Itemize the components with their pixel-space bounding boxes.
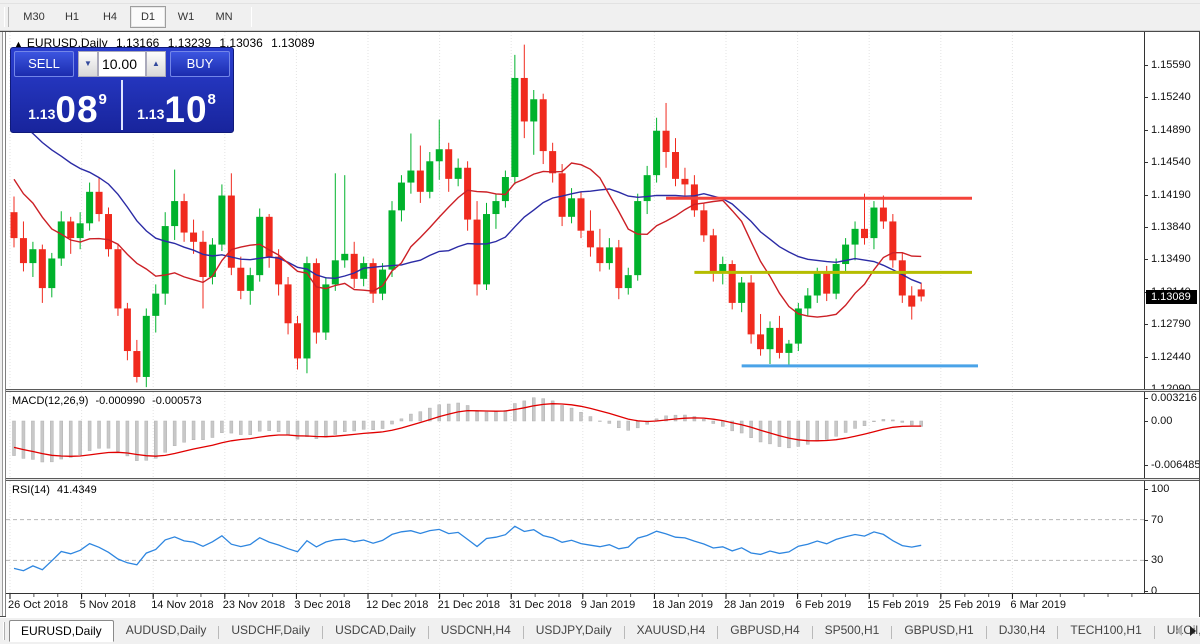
price-axis-label: 1.14190	[1151, 189, 1191, 201]
sell-button[interactable]: SELL	[14, 51, 74, 77]
volume-input[interactable]: 10.00	[98, 51, 146, 77]
price-axis-label: 1.13840	[1151, 221, 1191, 233]
tab-audusd-daily[interactable]: AUDUSD,Daily	[114, 619, 219, 640]
current-price-badge: 1.13089	[1146, 290, 1197, 304]
tab-usdcad-daily[interactable]: USDCAD,Daily	[323, 619, 428, 640]
date-axis-label: 28 Jan 2019	[724, 599, 785, 611]
tab-dj30-h4[interactable]: DJ30,H4	[987, 619, 1058, 640]
price-axis-label: 1.14890	[1151, 124, 1191, 136]
tab-usdcnh-h4[interactable]: USDCNH,H4	[429, 619, 523, 640]
tab-xauusd-h4[interactable]: XAUUSD,H4	[625, 619, 718, 640]
bid-big-digits: 08	[55, 93, 98, 126]
tabs-scroll-right-icon[interactable]	[1190, 626, 1196, 636]
ask-big-digits: 10	[164, 93, 207, 126]
buy-button[interactable]: BUY	[170, 51, 230, 77]
timeframe-button-m30[interactable]: M30	[16, 6, 52, 28]
timeframe-button-w1[interactable]: W1	[168, 6, 204, 28]
macd-pane[interactable]: MACD(12,26,9) -0.000990 -0.000573 0.0032…	[6, 392, 1199, 478]
macd-value-main: -0.000990	[95, 395, 145, 407]
rsi-axis: 100 70 30 0	[1144, 481, 1199, 593]
tab-usdjpy-daily[interactable]: USDJPY,Daily	[524, 619, 624, 640]
date-axis-label: 31 Dec 2018	[509, 599, 571, 611]
ask-prefix: 1.13	[137, 106, 164, 122]
tabs-scroll-left-icon[interactable]	[1176, 626, 1182, 636]
toolbar-separator	[251, 7, 252, 27]
window-left-edge	[0, 32, 6, 616]
price-axis-label: 1.15240	[1151, 91, 1191, 103]
pane-splitter[interactable]	[0, 389, 1199, 392]
date-axis-label: 6 Feb 2019	[796, 599, 852, 611]
date-axis-label: 21 Dec 2018	[438, 599, 500, 611]
date-axis[interactable]: 26 Oct 2018 5 Nov 2018 14 Nov 2018 23 Nov 2…	[6, 593, 1199, 617]
date-axis-label: 5 Nov 2018	[80, 599, 136, 611]
date-axis-label: 15 Feb 2019	[867, 599, 929, 611]
tab-eurusd-daily[interactable]: EURUSD,Daily	[9, 620, 114, 642]
date-axis-label: 3 Dec 2018	[294, 599, 350, 611]
date-axis-label: 9 Jan 2019	[581, 599, 635, 611]
macd-value-signal: -0.000573	[152, 395, 202, 407]
tab-gbpusd-h1[interactable]: GBPUSD,H1	[892, 619, 985, 640]
rsi-label: RSI(14) 41.4349	[12, 484, 101, 496]
macd-axis-label: 0.00	[1151, 415, 1172, 427]
rsi-value: 41.4349	[57, 484, 97, 496]
one-click-trading-panel: SELL ▼ 10.00 ▲ BUY 1.13 08 9 1.13 10 8	[10, 47, 234, 133]
price-axis-label: 1.13490	[1151, 253, 1191, 265]
rsi-axis-label: 100	[1151, 483, 1169, 495]
toolbar-grip-icon[interactable]	[4, 7, 9, 27]
volume-increase-button[interactable]: ▲	[146, 51, 166, 77]
timeframe-toolbar: M30H1H4D1W1MN	[0, 4, 1200, 31]
price-axis-label: 1.12440	[1151, 351, 1191, 363]
macd-axis-label: 0.003216	[1151, 392, 1197, 404]
ask-price-display[interactable]: 1.13 10 8	[123, 80, 230, 130]
price-axis-label: 1.15590	[1151, 59, 1191, 71]
tab-tech100-h1[interactable]: TECH100,H1	[1058, 619, 1153, 640]
rsi-axis-label: 30	[1151, 554, 1163, 566]
rsi-axis-label: 70	[1151, 514, 1163, 526]
macd-axis-label: -0.006485	[1151, 459, 1199, 471]
tab-gbpusd-h4[interactable]: GBPUSD,H4	[718, 619, 811, 640]
timeframe-button-h1[interactable]: H1	[54, 6, 90, 28]
timeframe-button-mn[interactable]: MN	[206, 6, 242, 28]
timeframe-button-d1[interactable]: D1	[130, 6, 166, 28]
tabbar-grip-icon	[3, 622, 5, 640]
macd-axis: 0.003216 0.00 -0.006485	[1144, 392, 1199, 478]
ohlc-close: 1.13089	[271, 36, 314, 50]
timeframe-button-h4[interactable]: H4	[92, 6, 128, 28]
price-chart-pane[interactable]: ▲EURUSD,Daily 1.13166 1.13239 1.13036 1.…	[6, 32, 1199, 389]
macd-label: MACD(12,26,9) -0.000990 -0.000573	[12, 395, 206, 407]
volume-decrease-button[interactable]: ▼	[78, 51, 98, 77]
chart-window: ▲EURUSD,Daily 1.13166 1.13239 1.13036 1.…	[0, 31, 1200, 617]
rsi-name: RSI(14)	[12, 484, 50, 496]
price-axis[interactable]: 1.13089 1.15590 1.15240 1.14890 1.14540 1.14…	[1144, 32, 1199, 389]
ask-pip-digit: 8	[208, 91, 216, 108]
tab-sp500-h1[interactable]: SP500,H1	[813, 619, 892, 640]
rsi-axis-label: 0	[1151, 585, 1157, 593]
date-axis-label: 18 Jan 2019	[652, 599, 713, 611]
date-axis-label: 26 Oct 2018	[8, 599, 68, 611]
date-axis-label: 14 Nov 2018	[151, 599, 213, 611]
bid-pip-digit: 9	[99, 91, 107, 108]
date-axis-label: 25 Feb 2019	[939, 599, 1001, 611]
tab-usdchf-daily[interactable]: USDCHF,Daily	[219, 619, 322, 640]
date-axis-label: 12 Dec 2018	[366, 599, 428, 611]
price-axis-label: 1.12790	[1151, 318, 1191, 330]
rsi-pane[interactable]: RSI(14) 41.4349 100 70 30 0	[6, 481, 1199, 593]
date-axis-label: 6 Mar 2019	[1010, 599, 1066, 611]
price-axis-label: 1.14540	[1151, 156, 1191, 168]
macd-name: MACD(12,26,9)	[12, 395, 88, 407]
chart-tabbar: EURUSD,DailyAUDUSD,DailyUSDCHF,DailyUSDC…	[0, 617, 1200, 643]
bid-price-display[interactable]: 1.13 08 9	[14, 80, 123, 130]
date-axis-label: 23 Nov 2018	[223, 599, 285, 611]
pane-splitter[interactable]	[0, 478, 1199, 481]
bid-prefix: 1.13	[28, 106, 55, 122]
